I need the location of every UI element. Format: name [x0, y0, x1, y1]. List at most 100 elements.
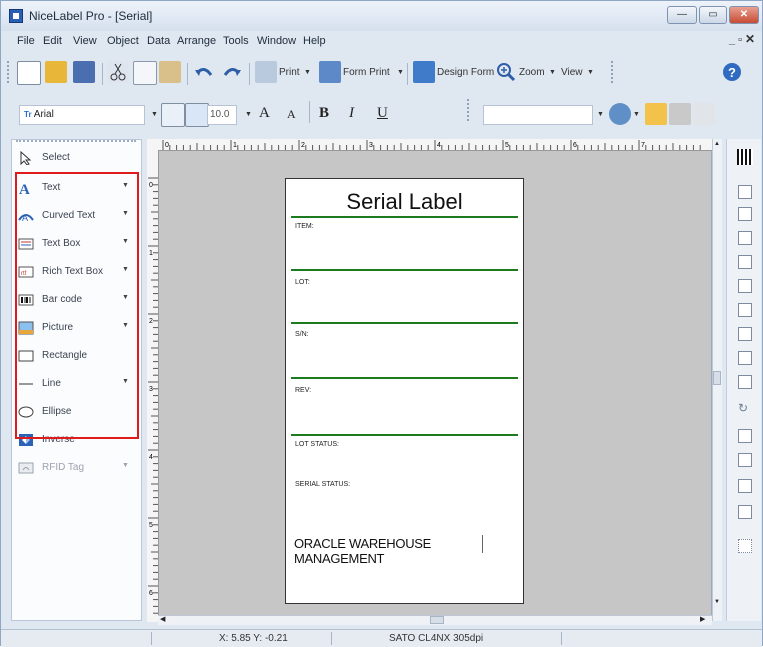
barcode-panel-icon[interactable]	[737, 149, 753, 165]
paste-icon[interactable]	[159, 61, 181, 83]
object-name-combobox[interactable]	[483, 105, 593, 125]
undo-icon[interactable]	[193, 61, 215, 83]
field-divider[interactable]	[291, 434, 518, 436]
scroll-thumb[interactable]	[713, 371, 721, 385]
field-divider[interactable]	[291, 216, 518, 218]
menu-file[interactable]: File	[17, 35, 35, 47]
distribute-vertical-icon[interactable]	[738, 351, 752, 365]
new-document-icon[interactable]	[17, 61, 41, 85]
send-to-back-icon[interactable]	[738, 453, 752, 467]
dropdown-arrow-icon[interactable]: ▼	[122, 462, 129, 469]
tool-select[interactable]: Select	[12, 144, 141, 172]
field-divider[interactable]	[291, 377, 518, 379]
rfid-tag-icon	[18, 461, 34, 475]
label-footer-text[interactable]: ORACLE WAREHOUSE MANAGEMENT	[294, 536, 523, 566]
font-name-dropdown-arrow-icon[interactable]: ▼	[151, 111, 158, 118]
font-name-combobox[interactable]: Tr Arial	[19, 105, 145, 125]
database-icon[interactable]	[645, 103, 667, 125]
bring-to-front-icon[interactable]	[738, 429, 752, 443]
zoom-button-label[interactable]: Zoom	[519, 67, 545, 78]
text-align-icon[interactable]	[161, 103, 185, 127]
align-bottom-icon[interactable]	[738, 303, 752, 317]
form-print-button-label[interactable]: Form Print	[343, 67, 390, 78]
field-sn-label[interactable]: S/N:	[295, 331, 309, 338]
align-top-icon[interactable]	[738, 255, 752, 269]
align-left-icon[interactable]	[738, 185, 752, 199]
font-size-dropdown-arrow-icon[interactable]: ▼	[245, 111, 252, 118]
minimize-button[interactable]: —	[667, 6, 697, 24]
print-dropdown-arrow-icon[interactable]: ▼	[304, 69, 311, 76]
align-right-icon[interactable]	[738, 231, 752, 245]
save-icon[interactable]	[73, 61, 95, 83]
align-middle-icon[interactable]	[738, 279, 752, 293]
maximize-button[interactable]: ▭	[699, 6, 727, 24]
toolbar-grip[interactable]	[611, 61, 616, 83]
italic-button[interactable]: I	[349, 105, 354, 122]
print-button-label[interactable]: Print	[279, 67, 300, 78]
align-to-label-icon[interactable]	[738, 375, 752, 389]
variable-icon[interactable]	[609, 103, 631, 125]
menu-data[interactable]: Data	[147, 35, 170, 47]
printer-icon[interactable]	[255, 61, 277, 83]
view-button-label[interactable]: View	[561, 67, 583, 78]
menu-help[interactable]: Help	[303, 35, 326, 47]
scroll-up-arrow-icon[interactable]: ▲	[714, 141, 720, 147]
help-icon[interactable]: ?	[721, 61, 743, 83]
scroll-right-arrow-icon[interactable]: ▶	[700, 615, 705, 623]
tool-rfid-tag[interactable]: RFID Tag ▼	[12, 454, 141, 482]
field-divider[interactable]	[291, 269, 518, 271]
scroll-thumb[interactable]	[430, 616, 444, 624]
horizontal-scrollbar[interactable]: ◀ ▶	[158, 615, 712, 625]
shrink-font-button[interactable]: A	[287, 107, 296, 122]
zoom-dropdown-arrow-icon[interactable]: ▼	[549, 69, 556, 76]
design-form-icon[interactable]	[413, 61, 435, 83]
pointer-tool-icon[interactable]	[693, 103, 715, 125]
status-separator	[151, 632, 152, 645]
copy-icon[interactable]	[133, 61, 157, 85]
variable-dropdown-arrow-icon[interactable]: ▼	[633, 111, 640, 118]
redo-icon[interactable]	[221, 61, 243, 83]
scroll-left-arrow-icon[interactable]: ◀	[160, 615, 165, 623]
field-lot-label[interactable]: LOT:	[295, 279, 310, 286]
toolbar-grip[interactable]	[467, 99, 472, 121]
field-divider[interactable]	[291, 322, 518, 324]
function-icon[interactable]	[669, 103, 691, 125]
label-title[interactable]: Serial Label	[286, 189, 523, 215]
menu-arrange[interactable]: Arrange	[177, 35, 216, 47]
rotate-icon[interactable]: ↻	[738, 401, 748, 415]
scroll-down-arrow-icon[interactable]: ▼	[714, 599, 720, 605]
menu-tools[interactable]: Tools	[223, 35, 249, 47]
design-form-button-label[interactable]: Design Form	[437, 67, 494, 78]
zoom-icon[interactable]	[495, 61, 517, 83]
close-button[interactable]: ✕	[729, 6, 759, 24]
underline-button[interactable]: U	[377, 105, 388, 122]
group-icon[interactable]	[738, 479, 752, 493]
menu-object[interactable]: Object	[107, 35, 139, 47]
menu-view[interactable]: View	[73, 35, 97, 47]
field-serial-status-label[interactable]: SERIAL STATUS:	[295, 481, 350, 488]
form-print-dropdown-arrow-icon[interactable]: ▼	[397, 69, 404, 76]
distribute-horizontal-icon[interactable]	[738, 327, 752, 341]
menu-window[interactable]: Window	[257, 35, 296, 47]
field-item-label[interactable]: ITEM:	[295, 223, 314, 230]
font-size-combobox[interactable]: 10.0	[207, 105, 237, 125]
grid-icon[interactable]	[738, 539, 752, 553]
doc-close-button[interactable]: ✕	[745, 32, 755, 46]
ungroup-icon[interactable]	[738, 505, 752, 519]
object-dropdown-arrow-icon[interactable]: ▼	[597, 111, 604, 118]
label-page[interactable]: Serial Label ITEM: LOT: S/N: REV: LOT ST…	[285, 178, 524, 604]
open-folder-icon[interactable]	[45, 61, 67, 83]
text-fit-icon[interactable]	[185, 103, 209, 127]
field-rev-label[interactable]: REV:	[295, 387, 311, 394]
align-center-icon[interactable]	[738, 207, 752, 221]
field-lot-status-label[interactable]: LOT STATUS:	[295, 441, 339, 448]
view-dropdown-arrow-icon[interactable]: ▼	[587, 69, 594, 76]
toolbar-grip[interactable]	[7, 61, 12, 83]
form-print-icon[interactable]	[319, 61, 341, 83]
vertical-scrollbar[interactable]: ▲ ▼	[712, 139, 722, 621]
doc-restore-button[interactable]: _ ▫	[729, 34, 742, 46]
bold-button[interactable]: B	[319, 105, 329, 122]
grow-font-button[interactable]: A	[259, 105, 270, 122]
menu-edit[interactable]: Edit	[43, 35, 62, 47]
cut-icon[interactable]	[107, 61, 129, 83]
